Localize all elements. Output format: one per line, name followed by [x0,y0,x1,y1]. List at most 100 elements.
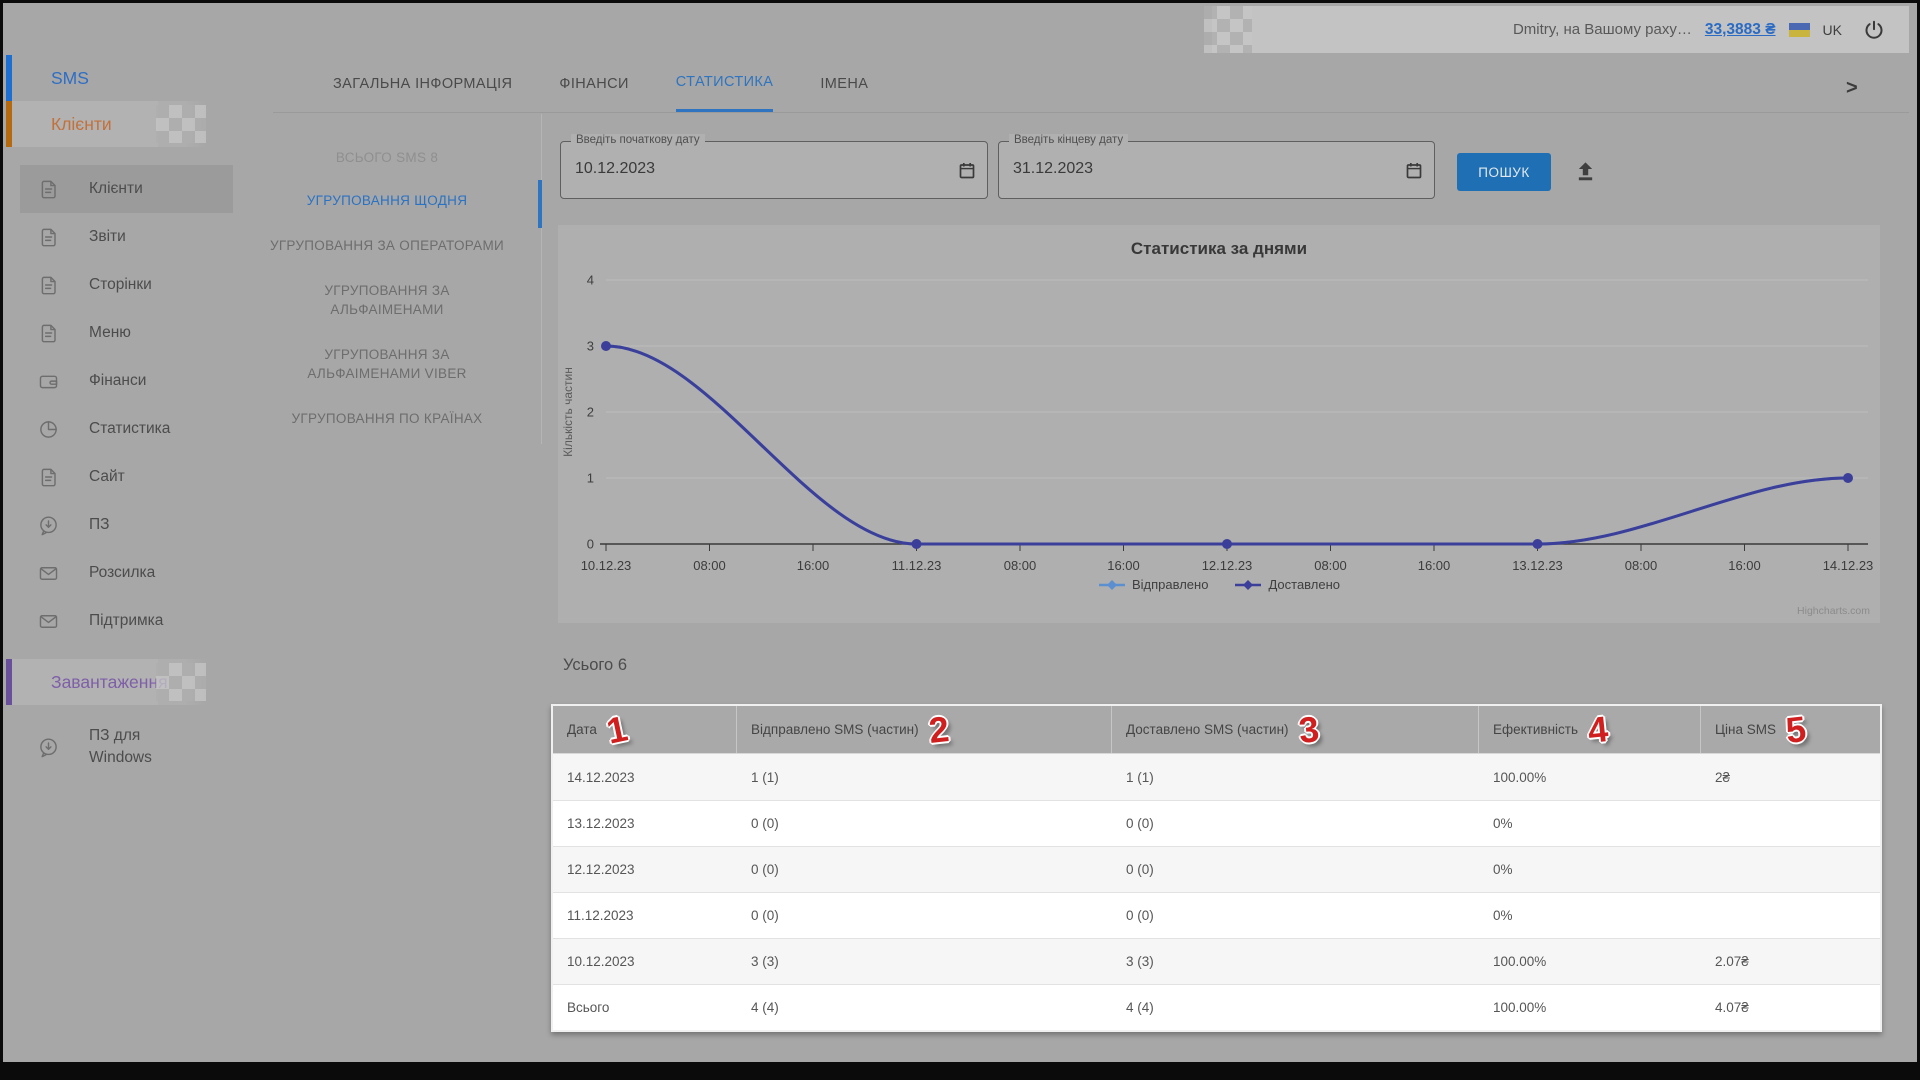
window-bottom-edge [3,1062,1917,1077]
sidebar-item-label: Меню [89,323,131,341]
sidebar-item-пз-для-windows[interactable]: ПЗ для Windows [20,723,233,771]
document-icon [41,324,56,342]
table-cell: 0% [1493,862,1513,877]
section-accent-bar [6,659,12,705]
sidebar-item-сторінки[interactable]: Сторінки [20,261,233,309]
legend-item-доставлено[interactable]: Доставлено [1234,577,1340,592]
y-axis-title: Кількість частин [561,367,575,457]
sidebar-item-label: Підтримка [89,611,164,629]
subnav-item[interactable]: УГРУПОВАННЯ ЗА ОПЕРАТОРАМИ [267,236,507,255]
tab-bar: ЗАГАЛЬНА ІНФОРМАЦІЯ ФІНАНСИ СТАТИСТИКА ІМЕН… [273,55,1909,113]
language-label[interactable]: UK [1823,22,1842,38]
document-icon [41,276,56,294]
sidebar-section-sms[interactable]: SMS [6,55,233,101]
sidebar-item-звіти[interactable]: Звіти [20,213,233,261]
power-icon[interactable] [1863,19,1885,41]
sidebar-item-label: Сторінки [89,275,152,293]
table-cell: 3 (3) [751,954,779,969]
table-row: 10.12.2023 3 (3) 3 (3) 100.00% 2.07₴ [553,938,1880,984]
table-header-cell[interactable]: Ціна SMS 5 [1701,706,1880,753]
x-tick-label: 16:00 [797,558,830,573]
table-cell: 0% [1493,816,1513,831]
table-cell: 100.00% [1493,769,1547,785]
end-date-value[interactable]: 31.12.2023 [1013,160,1420,178]
sidebar-item-розсилка[interactable]: Розсилка [20,549,233,597]
chevron-right-icon[interactable]: > [1846,77,1858,100]
table-cell: 14.12.2023 [567,769,635,785]
sidebar-item-клієнти[interactable]: Клієнти [20,165,233,213]
end-date-field[interactable]: Введіть кінцеву дату 31.12.2023 [998,134,1435,199]
tab-загальна-інформація[interactable]: ЗАГАЛЬНА ІНФОРМАЦІЯ [333,55,512,112]
table-cell: 4 (4) [1126,1000,1154,1015]
table-row: 11.12.2023 0 (0) 0 (0) 0% [553,892,1880,938]
column-label: Дата [567,722,597,737]
data-point [1532,539,1543,549]
table-header-cell[interactable]: Доставлено SMS (частин) 3 [1112,706,1479,753]
x-tick-label: 16:00 [1728,558,1761,573]
legend-label: Доставлено [1268,577,1341,592]
x-tick-label: 08:00 [1004,558,1037,573]
table-cell [1701,847,1880,892]
sidebar-item-статистика[interactable]: Статистика [20,405,233,453]
total-sms-label: ВСЬОГО SMS 8 [335,150,439,165]
wallet-icon [39,375,58,388]
table-cell: Всього [567,1000,610,1015]
table-summary: Усього 6 [563,656,627,674]
table-cell: 1 (1) [1126,769,1154,785]
tab-статистика[interactable]: СТАТИСТИКА [675,55,774,112]
table-cell: 11.12.2023 [567,908,634,923]
start-date-value[interactable]: 10.12.2023 [575,160,973,178]
calendar-icon[interactable] [959,162,975,184]
table-header-cell[interactable]: Ефективність 4 [1479,706,1701,753]
tab-імена[interactable]: ІМЕНА [820,55,868,112]
calendar-icon[interactable] [1406,162,1422,184]
chart-title: Статистика за днями [1130,239,1308,258]
legend-item-відправлено[interactable]: Відправлено [1098,577,1208,592]
sidebar-item-label: Сайт [89,467,125,485]
column-label: Ефективність [1493,722,1578,737]
x-tick-label: 11.12.23 [892,558,942,573]
export-upload-icon[interactable] [1573,159,1598,187]
topbar: Dmitry, на Вашому раху… 33,3883 ₴ UK [1204,6,1909,53]
table-cell: 2.07₴ [1715,954,1749,969]
document-icon [41,228,56,246]
tab-фінанси[interactable]: ФІНАНСИ [559,55,628,112]
balance-link[interactable]: 33,3883 ₴ [1705,21,1776,39]
statistics-table: Дата 1 Відправлено SMS (частин) 2 Доставлено… [551,704,1882,1032]
x-tick-label: 08:00 [1625,558,1658,573]
table-cell: 0 (0) [1126,862,1154,877]
legend-label: Відправлено [1131,577,1209,592]
sidebar-section-завантаження[interactable]: Завантаження [6,659,233,705]
sidebar-section-клієнти[interactable]: Клієнти [6,101,233,147]
sidebar-item-label: Клієнти [89,179,143,197]
section-header-label: Завантаження [51,671,168,692]
chart-panel: Статистика за днями 0 1 2 3 4 10.12.23 08:00 16… [558,225,1880,623]
y-tick-label: 2 [587,405,594,420]
table-header-cell[interactable]: Відправлено SMS (частин) 2 [737,706,1112,753]
sidebar-item-пз[interactable]: ПЗ [20,501,233,549]
data-point [601,341,611,351]
sidebar-item-меню[interactable]: Меню [20,309,233,357]
search-button[interactable]: ПОШУК [1457,153,1551,191]
pie-chart-icon [40,420,57,438]
subnav-item[interactable]: УГРУПОВАННЯ ЗА АЛЬФАІМЕНАМИ VIBER [267,345,507,383]
table-cell: 13.12.2023 [567,816,635,831]
start-date-field[interactable]: Введіть початкову дату 10.12.2023 [560,134,988,199]
annotation-number: 4 [1585,707,1611,751]
sidebar-item-фінанси[interactable]: Фінанси [20,357,233,405]
y-tick-label: 0 [587,537,594,552]
sidebar-item-підтримка[interactable]: Підтримка [20,597,233,645]
document-icon [41,468,56,486]
annotation-number: 1 [602,706,631,752]
subnav-item[interactable]: УГРУПОВАННЯ ЗА АЛЬФАІМЕНАМИ [267,281,507,319]
y-tick-label: 1 [587,471,594,486]
x-tick-label: 16:00 [1107,558,1140,573]
subnav-item[interactable]: УГРУПОВАННЯ ПО КРАЇНАХ [267,409,507,428]
table-row: Всього 4 (4) 4 (4) 100.00% 4.07₴ [553,984,1880,1030]
table-header-cell[interactable]: Дата 1 [553,706,737,753]
subnav-item[interactable]: УГРУПОВАННЯ ЩОДНЯ [267,191,507,210]
sidebar-item-label: Статистика [89,419,171,437]
table-cell: 4 (4) [751,1000,779,1015]
line-chart: 0 1 2 3 4 10.12.23 08:00 16:00 11.12.23 08:00 16:0… [561,273,1873,574]
sidebar-item-сайт[interactable]: Сайт [20,453,233,501]
